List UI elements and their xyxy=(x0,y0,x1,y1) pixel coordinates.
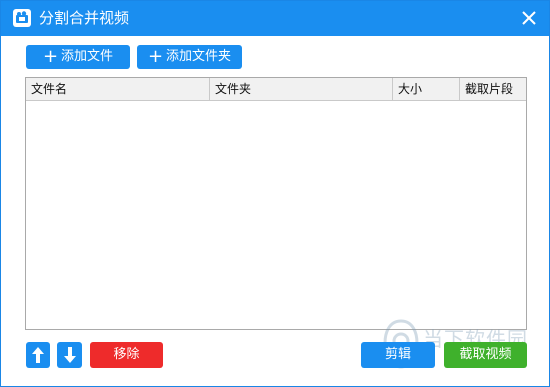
arrow-down-icon xyxy=(63,347,76,363)
cut-button[interactable]: 剪辑 xyxy=(361,342,435,368)
plus-icon: + xyxy=(42,46,59,67)
add-file-button[interactable]: + 添加文件 xyxy=(26,45,130,69)
column-header-filename[interactable]: 文件名 xyxy=(26,78,210,100)
move-down-button[interactable] xyxy=(57,342,82,368)
plus-icon: + xyxy=(147,46,164,67)
arrow-up-icon xyxy=(32,347,44,363)
add-file-label: 添加文件 xyxy=(61,49,114,64)
column-header-clip-segment[interactable]: 截取片段 xyxy=(460,78,526,100)
file-table[interactable]: 文件名 文件夹 大小 截取片段 xyxy=(25,77,527,330)
video-app-icon xyxy=(13,9,31,27)
add-folder-label: 添加文件夹 xyxy=(166,49,232,64)
window-title: 分割合并视频 xyxy=(39,9,130,27)
main-window: 分割合并视频 +添加文件 +添加文件夹 文件名 文件夹 大小 截取片段 移除 xyxy=(0,0,550,387)
add-folder-button[interactable]: + 添加文件夹 xyxy=(137,45,242,69)
table-header: 文件名 文件夹 大小 截取片段 xyxy=(26,78,526,101)
title-bar: 分割合并视频 xyxy=(1,1,549,36)
column-header-folder[interactable]: 文件夹 xyxy=(210,78,393,100)
move-up-button[interactable] xyxy=(26,342,50,368)
close-icon[interactable] xyxy=(519,8,539,28)
capture-video-button[interactable]: 截取视频 xyxy=(444,342,527,368)
remove-button[interactable]: 移除 xyxy=(90,342,163,368)
column-header-size[interactable]: 大小 xyxy=(393,78,460,100)
